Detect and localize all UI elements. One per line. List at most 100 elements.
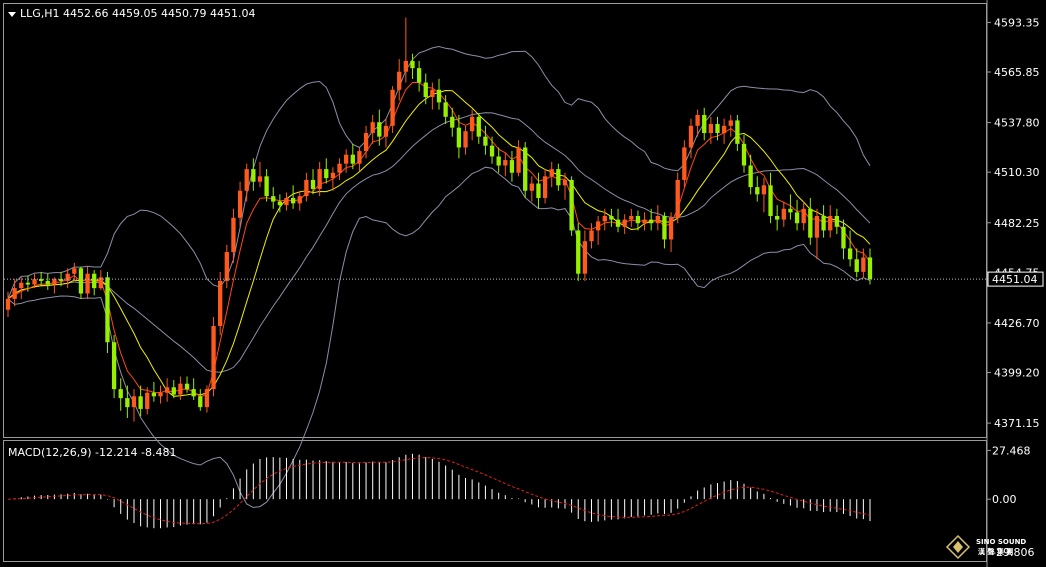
candle-body: [178, 383, 183, 395]
candle-body: [755, 187, 760, 195]
candle-body: [191, 389, 196, 397]
candle-body: [536, 183, 541, 198]
candle-body: [85, 273, 90, 294]
candle-body: [748, 165, 753, 188]
candle-body: [125, 398, 130, 408]
candle-body: [224, 252, 229, 281]
candle-body: [138, 396, 143, 409]
candle-body: [317, 169, 322, 189]
candle-body: [350, 154, 355, 164]
candle-body: [483, 136, 488, 146]
candle-body: [456, 127, 462, 148]
candle-body: [649, 219, 654, 224]
candle-body: [357, 151, 362, 164]
candle-body: [377, 122, 382, 137]
candle-body: [529, 183, 534, 191]
candle-body: [503, 160, 508, 166]
candle-body: [145, 392, 150, 409]
candle-body: [45, 280, 50, 285]
candle: [211, 316, 216, 397]
candle-body: [244, 169, 249, 191]
candle-body: [808, 208, 813, 238]
candle-body: [662, 215, 667, 240]
candle-body: [164, 387, 170, 393]
candle-body: [344, 154, 349, 164]
candle-body: [635, 215, 641, 224]
candle-body: [688, 125, 694, 148]
candle-body: [397, 71, 402, 90]
candle-body: [828, 215, 833, 231]
logo-sub-text: 漢 聲 集 團: [978, 547, 1013, 556]
candle-body: [728, 120, 733, 126]
candle-body: [814, 215, 820, 238]
candle-body: [476, 116, 481, 137]
candle-body: [403, 60, 409, 72]
current-price-marker: 4451.04: [987, 271, 1044, 287]
candle-body: [105, 277, 110, 343]
candle-body: [516, 147, 521, 173]
main-chart-title: LLG,H1 4452.66 4459.05 4450.79 4451.04: [20, 7, 256, 20]
candle-body: [237, 190, 243, 218]
candle-body: [218, 280, 223, 326]
candle-body: [509, 160, 515, 173]
candle-body: [788, 208, 793, 213]
candle-body: [284, 197, 289, 206]
candle-body: [708, 124, 714, 134]
candle-body: [198, 396, 203, 408]
candle-body: [469, 116, 475, 132]
candle-body: [841, 226, 846, 249]
background: [0, 0, 1046, 567]
candle-body: [92, 273, 97, 289]
price-tick-label: 4565.85: [994, 66, 1040, 79]
candle-body: [38, 279, 44, 281]
candle-body: [310, 179, 316, 189]
candle-body: [847, 248, 853, 260]
candle-body: [118, 389, 123, 399]
candle-body: [781, 208, 786, 220]
candle-body: [430, 89, 435, 97]
candle-body: [642, 219, 647, 224]
candle-body: [324, 169, 329, 179]
candle-body: [582, 241, 588, 274]
candle-body: [19, 282, 24, 289]
candle-body: [423, 82, 428, 97]
candle-body: [867, 257, 873, 280]
candle-body: [834, 215, 840, 227]
candle-body: [595, 221, 601, 231]
candle-body: [158, 392, 163, 397]
candle-body: [72, 268, 77, 274]
price-tick-label: 4399.20: [994, 367, 1040, 380]
candle-body: [436, 89, 442, 103]
candle-body: [12, 288, 17, 299]
candle-body: [151, 392, 157, 397]
candle: [105, 271, 110, 354]
candle-body: [576, 230, 581, 274]
candle-body: [775, 215, 780, 220]
candle-body: [383, 125, 389, 137]
candle-body: [370, 122, 375, 134]
candle-body: [489, 145, 495, 157]
candle-body: [715, 124, 720, 134]
price-tick-label: 4593.35: [994, 16, 1040, 29]
candle-body: [271, 196, 276, 202]
candle-body: [589, 230, 594, 242]
candle: [218, 271, 223, 336]
candle-body: [675, 179, 680, 218]
candle-body: [609, 215, 614, 220]
candle-body: [304, 179, 309, 197]
candle-body: [211, 325, 216, 390]
candle-body: [562, 179, 568, 186]
candle: [569, 176, 574, 236]
candle-body: [668, 217, 674, 240]
current-price-label: 4451.04: [992, 273, 1038, 286]
candle-body: [111, 342, 117, 390]
candle-body: [184, 383, 190, 390]
candle: [675, 172, 680, 224]
candle-body: [821, 215, 826, 231]
candle-body: [655, 215, 660, 224]
candle-body: [390, 89, 395, 126]
macd-tick-label: 27.468: [992, 444, 1031, 457]
candle-body: [5, 298, 11, 310]
candle-body: [443, 102, 448, 117]
candle-body: [450, 116, 455, 128]
